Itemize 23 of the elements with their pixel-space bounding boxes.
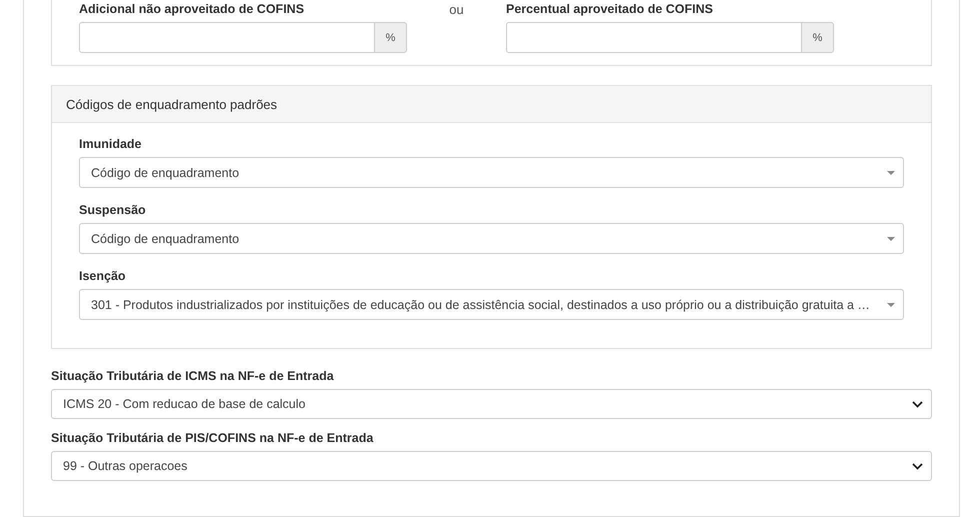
separator-text: ou xyxy=(448,2,465,17)
status-select[interactable]: ICMS 20 - Com reducao de base de calculo xyxy=(51,389,932,419)
panel-heading: Códigos de enquadramento padrões xyxy=(52,86,931,123)
field-label: Suspensão xyxy=(79,203,147,217)
caret-icon xyxy=(887,236,895,240)
chevron-down-icon xyxy=(912,400,923,408)
percent-addon: % xyxy=(375,22,407,53)
percent-addon: % xyxy=(802,22,834,53)
field-label: Situação Tributária de ICMS na NF-e de Entrada xyxy=(51,369,335,383)
field-label: Percentual aproveitado de COFINS xyxy=(506,2,714,16)
caret-icon xyxy=(887,170,895,174)
field-label: Adicional não aproveitado de COFINS xyxy=(79,2,306,16)
percent-input[interactable] xyxy=(506,22,802,53)
field-label: Imunidade xyxy=(79,137,143,151)
field-label: Situação Tributária de PIS/COFINS na NF-e de Entrada xyxy=(51,431,374,445)
chevron-down-icon xyxy=(912,462,923,470)
caret-icon xyxy=(887,302,895,306)
code-dropdown[interactable]: Código de enquadramento xyxy=(79,157,904,188)
percent-input[interactable] xyxy=(79,22,375,53)
status-select[interactable]: 99 - Outras operacoes xyxy=(51,451,932,481)
field-label: Isenção xyxy=(79,269,127,283)
code-dropdown[interactable]: 301 - Produtos industrializados por instituições de educação ou de assistência social, destinados a uso próprio ou a distribuição gratuita a … xyxy=(79,289,904,320)
code-dropdown[interactable]: Código de enquadramento xyxy=(79,223,904,254)
